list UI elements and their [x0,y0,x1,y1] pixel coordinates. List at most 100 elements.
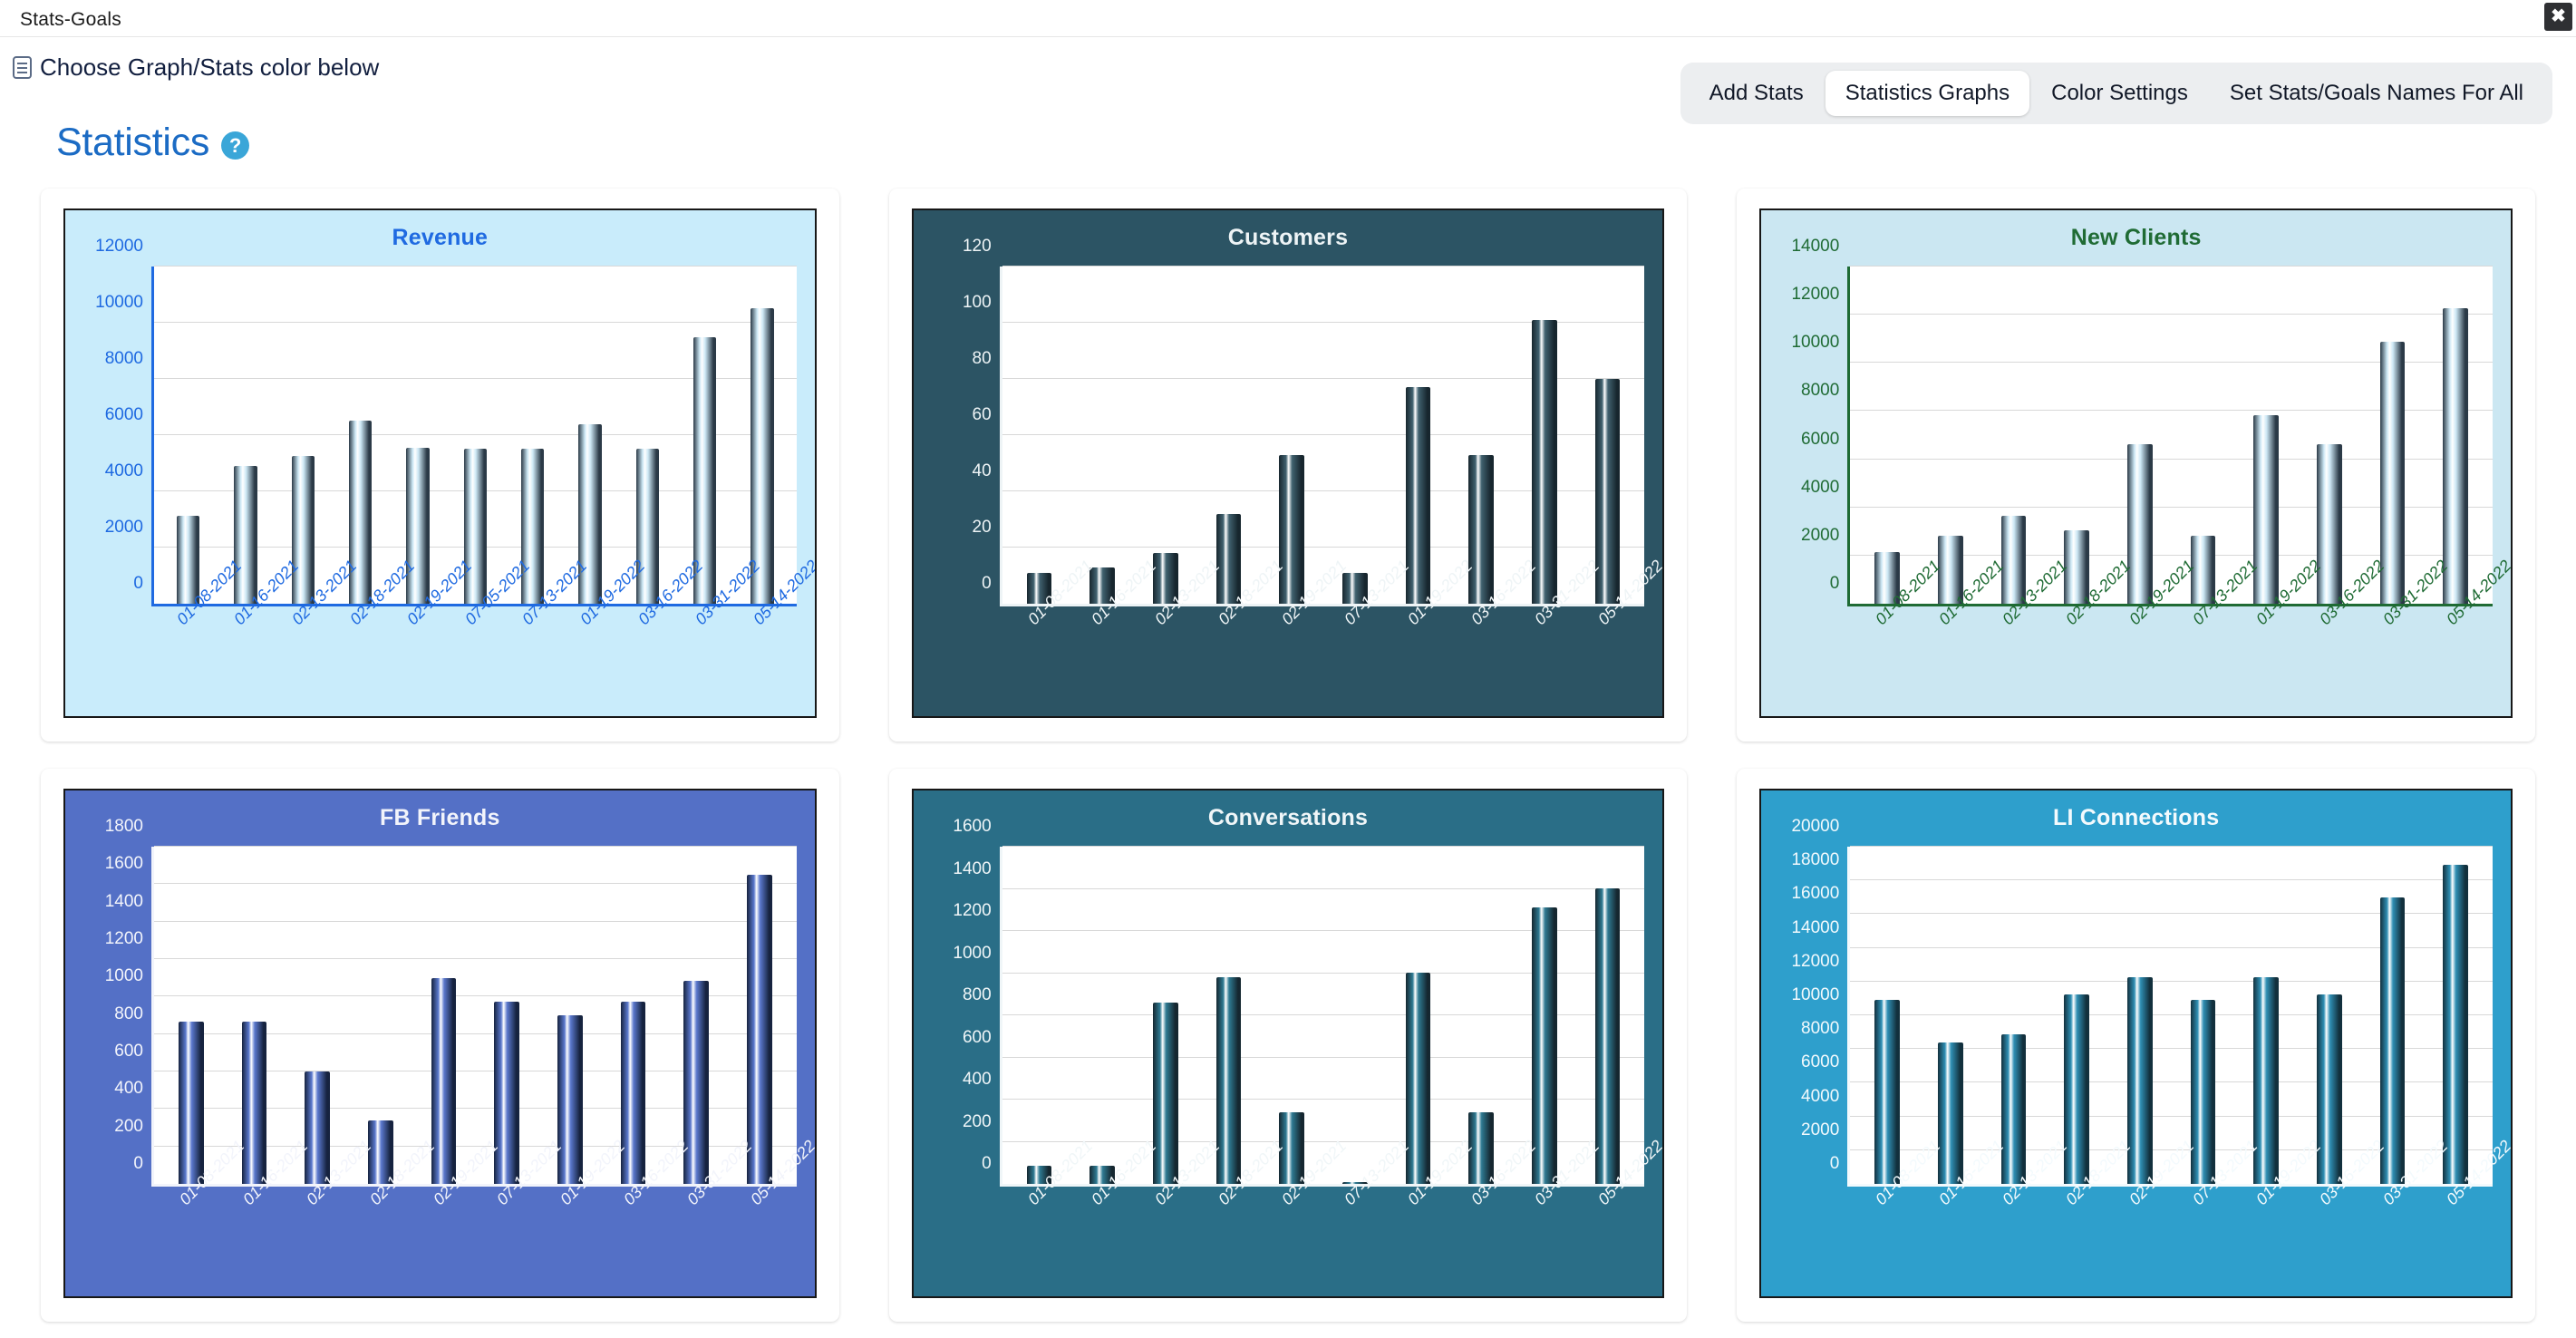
bar-chart[interactable]: Customers 0 20 40 60 80 100 120 01-08-2021 01-16-… [911,208,1665,718]
y-axis-tick-label: 1200 [104,929,143,948]
x-axis-tick: 01-19-2022 [560,557,648,703]
bar[interactable] [1215,513,1242,604]
bar-slot [2172,267,2235,604]
page-title: Statistics [56,121,210,164]
tab-add-stats[interactable]: Add Stats [1690,71,1824,116]
bar-chart[interactable]: New Clients 0 2000 4000 6000 8000 10000 12000 14… [1759,208,2513,718]
bar[interactable] [1279,454,1305,604]
y-axis-tick-label: 0 [1829,574,1840,593]
tab-statistics-graphs[interactable]: Statistics Graphs [1825,71,2030,116]
bar-chart[interactable]: LI Connections 0 2000 4000 6000 8000 10000 1200… [1759,789,2513,1298]
bar[interactable] [1152,1002,1178,1184]
bar[interactable] [2253,415,2280,604]
list-document-icon [13,56,32,79]
x-axis-tick: 01-08-2021 [1853,557,1943,703]
bar-slot [2298,267,2361,604]
bar-slot [1070,847,1134,1184]
help-icon[interactable]: ? [221,131,250,160]
x-axis-tick: 01-19-2022 [1385,1137,1476,1283]
bar[interactable] [520,449,545,604]
bar[interactable] [406,447,430,604]
x-axis-labels: 01-08-2021 01-16-2021 02-13-2021 02-18-2021… [1847,1137,2511,1283]
y-axis-tick-label: 80 [972,349,992,368]
plot-area: 0 200 400 600 800 1000 1200 1400 1600 [953,817,1645,1187]
bar[interactable] [635,449,659,604]
bar-chart[interactable]: Conversations 0 200 400 600 800 1000 1200 1400 16… [911,789,1665,1298]
bar[interactable] [178,1022,204,1184]
y-axis-tick-label: 8000 [104,349,143,368]
y-axis-tick-label: 0 [982,1154,992,1173]
bar[interactable] [305,1071,331,1184]
x-axis-tick: 02-19-2021 [2106,1137,2197,1283]
y-axis-tick-label: 18000 [1791,850,1840,870]
bar-chart[interactable]: FB Friends 0 200 400 600 800 1000 1200 1400 1600 1… [63,789,817,1298]
x-axis-tick: 01-16-2021 [215,557,302,703]
bar[interactable] [1468,454,1495,604]
x-axis-labels: 01-08-2021 01-16-2021 02-13-2021 02-18-2021… [151,557,815,703]
bar[interactable] [1531,319,1557,604]
x-axis-tick: 01-16-2021 [1069,557,1159,703]
bar[interactable] [463,449,487,604]
y-axis-tick-label: 1400 [104,891,143,911]
close-icon[interactable]: ✖ [2544,3,2572,31]
y-axis-tick-label: 0 [982,574,992,593]
bar[interactable] [2443,307,2469,604]
bar-slot [286,847,349,1184]
bar-slot [1387,267,1450,604]
y-axis-tick-label: 0 [1829,1154,1840,1173]
bar[interactable] [2126,443,2153,604]
bar[interactable] [291,455,315,604]
bar-slot [2424,267,2487,604]
bar[interactable] [1594,887,1621,1184]
plot-area: 0 20 40 60 80 100 120 [963,237,1645,606]
bar[interactable] [494,1002,520,1184]
chart-title: Revenue [392,225,489,250]
bar-chart[interactable]: Revenue 0 2000 4000 6000 8000 10000 12000 01-08-… [63,208,817,718]
bar[interactable] [177,516,200,604]
x-axis-tick: 03-31-2022 [1512,557,1603,703]
bar[interactable] [2190,1000,2216,1184]
x-axis-tick: 02-19-2021 [411,1137,501,1283]
bar[interactable] [2064,994,2090,1184]
bar-slot [1323,847,1387,1184]
bar-slot [1134,847,1197,1184]
y-axis-tick-label: 6000 [1801,429,1840,449]
bar-slot [2108,267,2172,604]
bar-slot [1919,267,1982,604]
x-axis-tick: 07-13-2021 [503,557,590,703]
tab-color-settings[interactable]: Color Settings [2031,71,2208,116]
bar-slot [1449,847,1513,1184]
page-title-row: Statistics ? [56,121,2576,165]
y-axis-tick-label: 8000 [1801,1019,1840,1039]
bar[interactable] [234,466,257,604]
bar[interactable] [2316,994,2342,1184]
bar-slot [2361,847,2425,1184]
bar[interactable] [1874,1000,1901,1184]
x-axis-tick: 03-31-2022 [2360,557,2451,703]
tab-set-stats-goals-names-for-all[interactable]: Set Stats/Goals Names For All [2210,71,2543,116]
tab-bar: Add Stats Statistics Graphs Color Settings… [1680,63,2552,124]
x-axis-tick: 01-19-2022 [537,1137,628,1283]
x-axis-tick: 01-16-2021 [1916,557,2007,703]
bar[interactable] [2316,443,2342,604]
x-axis-tick: 02-18-2021 [1196,1137,1286,1283]
chart-card: Conversations 0 200 400 600 800 1000 1200 1400 16… [888,769,1688,1322]
bar-slot [1260,267,1323,604]
y-axis-tick-label: 800 [962,985,992,1004]
bar[interactable] [2379,897,2406,1184]
bar-slot [1855,267,1919,604]
bar[interactable] [2000,1034,2027,1184]
y-axis-tick-label: 10000 [1791,985,1840,1004]
x-axis-tick: 02-19-2021 [387,557,475,703]
bar[interactable] [1937,1042,1963,1184]
x-axis-tick: 03-16-2022 [1448,557,1539,703]
bar[interactable] [241,1022,267,1184]
y-axis-tick-label: 12000 [95,237,143,256]
bar[interactable] [746,875,772,1184]
bar[interactable] [620,1002,646,1184]
bar[interactable] [1531,907,1557,1184]
bar[interactable] [557,1014,583,1184]
bar-slot [728,847,791,1184]
x-axis-tick: 01-08-2021 [1005,1137,1096,1283]
bar[interactable] [2443,865,2469,1184]
